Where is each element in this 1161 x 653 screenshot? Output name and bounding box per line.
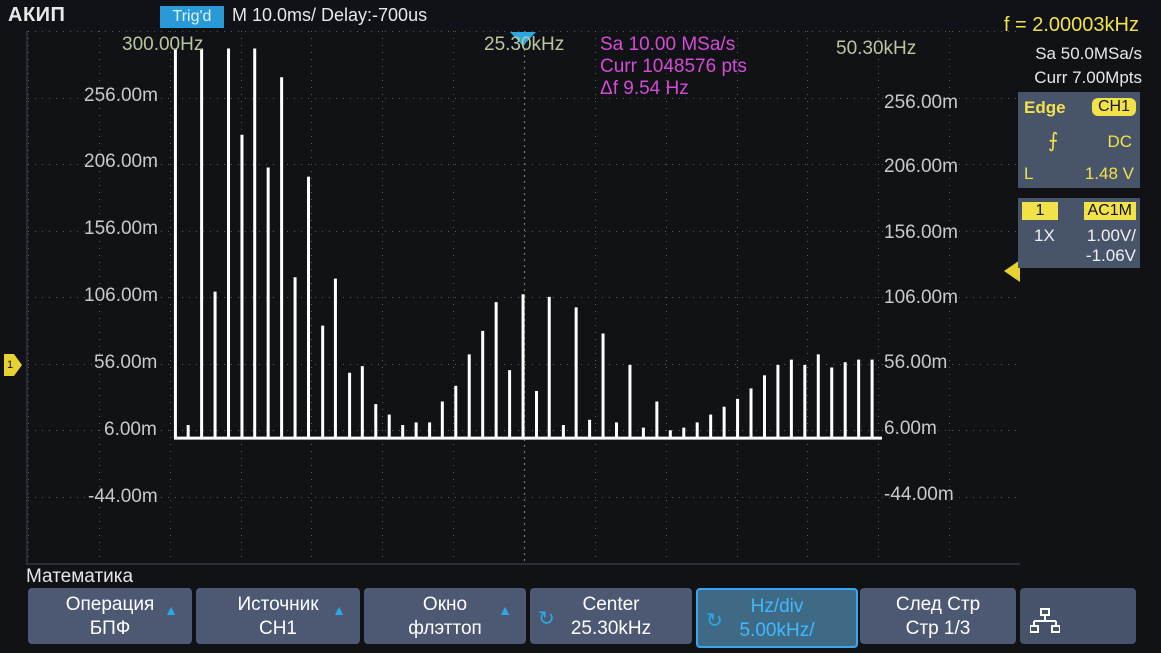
trigger-type: Edge: [1024, 98, 1066, 117]
y-label-right-1: 256.00m: [884, 92, 958, 113]
up-arrow-icon: ▲: [164, 602, 178, 618]
channel-number-badge: 1: [1022, 202, 1058, 220]
softkey-value: Стр 1/3: [905, 618, 971, 639]
y-label-left-5: 56.00m: [94, 352, 158, 373]
trigger-source-badge: CH1: [1091, 98, 1136, 116]
frequency-readout: f = 2.00003kHz: [1003, 14, 1139, 36]
source-softkey[interactable]: Источник CH1 ▲: [196, 588, 360, 644]
hz-per-div-softkey[interactable]: ↻ Hz/div 5.00kHz/: [696, 588, 858, 648]
brand-logo: АКИП: [8, 4, 66, 26]
trigger-level-label: L: [1024, 164, 1034, 183]
fft-resolution: Δf 9.54 Hz: [600, 78, 689, 99]
channel-offset-marker-icon[interactable]: 1: [4, 354, 22, 376]
rising-edge-icon: ⨍: [1048, 130, 1059, 152]
y-label-right-5: 56.00m: [884, 352, 948, 373]
softkey-label: Center: [582, 594, 640, 615]
y-label-right-3: 156.00m: [884, 222, 958, 243]
trigger-panel[interactable]: Edge CH1 ⨍ DC L 1.48 V: [1018, 92, 1140, 188]
menu-title: Математика: [26, 566, 134, 587]
channel-1-panel[interactable]: 1 AC1M 1X 1.00V/ -1.06V: [1018, 198, 1140, 268]
network-icon: [1030, 608, 1060, 633]
up-arrow-icon: ▲: [332, 602, 346, 618]
channel-coupling-badge: AC1M: [1083, 202, 1136, 220]
y-label-left-3: 156.00m: [84, 218, 158, 239]
y-label-left-6: 6.00m: [104, 419, 157, 440]
sample-rate-readout: Sa 50.0MSa/s: [1035, 44, 1142, 63]
y-label-right-2: 206.00m: [884, 156, 958, 177]
fft-sample-rate: Sa 10.00 MSa/s: [600, 34, 736, 55]
y-label-right-7: -44.00m: [884, 484, 954, 505]
softkey-value: БПФ: [89, 618, 131, 639]
freq-label-start: 300.00Hz: [122, 34, 204, 55]
softkey-value: 25.30kHz: [570, 618, 652, 639]
softkey-value: 5.00kHz/: [739, 620, 815, 641]
probe-attenuation: 1X: [1034, 226, 1055, 245]
fft-plot[interactable]: [26, 31, 1020, 565]
volts-per-div: 1.00V/: [1086, 226, 1136, 245]
y-label-left-1: 256.00m: [84, 85, 158, 106]
acquisition-info: Sa 50.0MSa/s Curr 7.00Mpts: [1018, 44, 1142, 88]
trigger-level-value: 1.48 V: [1084, 164, 1134, 183]
y-label-left-2: 206.00m: [84, 151, 158, 172]
trigger-status-badge: Trig'd: [160, 6, 224, 28]
softkey-label: Hz/div: [750, 596, 804, 617]
window-softkey[interactable]: Окно флэттоп ▲: [364, 588, 526, 644]
fft-spectrum: [173, 48, 882, 440]
network-status-button[interactable]: [1020, 588, 1136, 644]
softkey-value: флэттоп: [408, 618, 482, 639]
oscilloscope-screen: АКИП Trig'd M 10.0ms/ Delay:-700us f = 2…: [0, 0, 1161, 653]
y-label-right-6: 6.00m: [884, 418, 937, 439]
y-label-left-4: 106.00m: [84, 285, 158, 306]
operation-softkey[interactable]: Операция БПФ ▲: [28, 588, 192, 644]
memory-depth-readout: Curr 7.00Mpts: [1034, 68, 1142, 87]
next-page-softkey[interactable]: След Стр Стр 1/3: [860, 588, 1016, 644]
timebase-readout[interactable]: M 10.0ms/ Delay:-700us: [232, 5, 427, 26]
freq-label-end: 50.30kHz: [836, 38, 917, 59]
softkey-label: След Стр: [895, 594, 981, 615]
channel-offset: -1.06V: [1085, 246, 1136, 265]
status-bar: АКИП Trig'd M 10.0ms/ Delay:-700us: [0, 0, 1161, 32]
freq-label-center: 25.30kHz: [484, 34, 565, 55]
fft-info: Sa 10.00 MSa/s Curr 1048576 pts Δf 9.54 …: [600, 34, 747, 100]
y-label-right-4: 106.00m: [884, 287, 958, 308]
fft-points: Curr 1048576 pts: [600, 56, 747, 77]
up-arrow-icon: ▲: [498, 602, 512, 618]
center-softkey[interactable]: ↻ Center 25.30kHz: [530, 588, 692, 644]
softkey-value: CH1: [258, 618, 297, 639]
y-label-left-7: -44.00m: [88, 486, 158, 507]
trigger-coupling: DC: [1107, 132, 1132, 151]
